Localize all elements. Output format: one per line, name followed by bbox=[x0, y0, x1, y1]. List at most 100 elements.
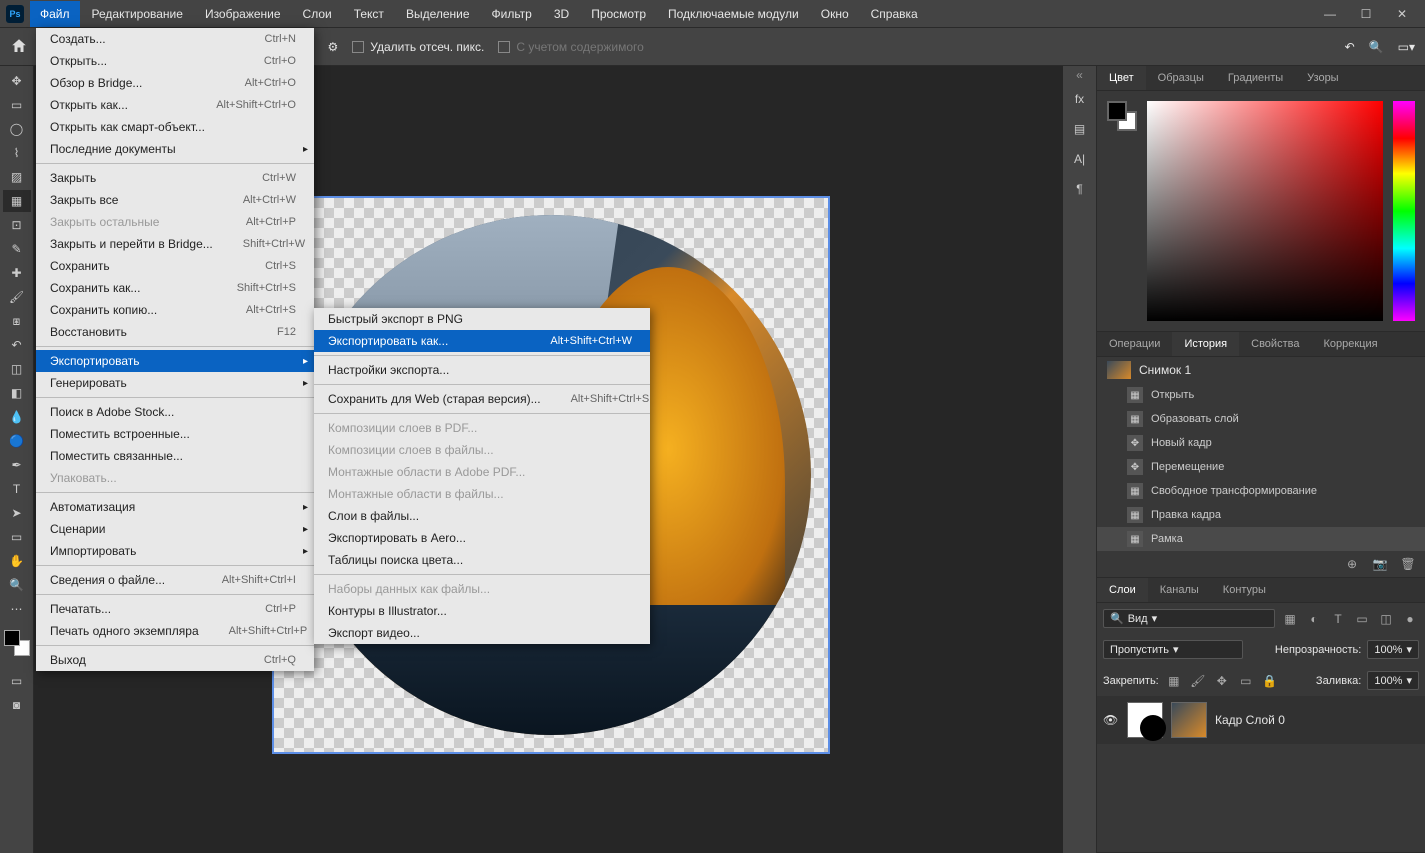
tab-adjustments[interactable]: Коррекция bbox=[1311, 332, 1389, 356]
collapse-handle[interactable]: « bbox=[1063, 66, 1096, 84]
screen-mode-icon[interactable]: ▭ bbox=[3, 670, 31, 692]
menu-item[interactable]: Экспорт видео... bbox=[314, 622, 650, 644]
gradient-tool[interactable]: ◧ bbox=[3, 382, 31, 404]
path-select-tool[interactable]: ➤ bbox=[3, 502, 31, 524]
tab-patterns[interactable]: Узоры bbox=[1295, 66, 1350, 90]
menu-help[interactable]: Справка bbox=[861, 1, 928, 27]
filter-toggle-icon[interactable]: ● bbox=[1401, 610, 1419, 628]
marquee-tool[interactable]: ◯ bbox=[3, 118, 31, 140]
zoom-tool[interactable]: 🔍 bbox=[3, 574, 31, 596]
filter-shape-icon[interactable]: ▭ bbox=[1353, 610, 1371, 628]
move-tool[interactable]: ✥ bbox=[3, 70, 31, 92]
content-aware-checkbox[interactable] bbox=[498, 41, 510, 53]
menu-item[interactable]: Сведения о файле...Alt+Shift+Ctrl+I bbox=[36, 569, 314, 591]
menu-item[interactable]: Таблицы поиска цвета... bbox=[314, 549, 650, 571]
fill-input[interactable]: 100% ▾ bbox=[1367, 671, 1419, 690]
menu-item[interactable]: Сохранить для Web (старая версия)...Alt+… bbox=[314, 388, 650, 410]
history-item[interactable]: ✥Перемещение bbox=[1097, 455, 1425, 479]
color-swatch[interactable] bbox=[4, 630, 30, 656]
layer-filter-select[interactable]: 🔍 Вид ▾ bbox=[1103, 609, 1275, 628]
crop-tool[interactable]: ▦ bbox=[3, 190, 31, 212]
workspace-icon[interactable]: ▭▾ bbox=[1398, 40, 1415, 54]
minimize-button[interactable]: — bbox=[1313, 0, 1347, 28]
stamp-tool[interactable]: ⧆ bbox=[3, 310, 31, 332]
menu-item[interactable]: Контуры в Illustrator... bbox=[314, 600, 650, 622]
menu-item[interactable]: Экспортировать bbox=[36, 350, 314, 372]
close-button[interactable]: ✕ bbox=[1385, 0, 1419, 28]
history-item[interactable]: ▦Образовать слой bbox=[1097, 407, 1425, 431]
menu-item[interactable]: Последние документы bbox=[36, 138, 314, 160]
panel-color-swatch[interactable] bbox=[1107, 101, 1137, 131]
histogram-icon[interactable]: ▤ bbox=[1063, 114, 1096, 144]
menu-layers[interactable]: Слои bbox=[293, 1, 342, 27]
menu-item[interactable]: Генерировать bbox=[36, 372, 314, 394]
camera-icon[interactable]: 📷 bbox=[1371, 555, 1389, 573]
tab-gradients[interactable]: Градиенты bbox=[1216, 66, 1295, 90]
menu-item[interactable]: Экспортировать как...Alt+Shift+Ctrl+W bbox=[314, 330, 650, 352]
brush-tool[interactable]: 🖌 bbox=[3, 286, 31, 308]
layer-thumb[interactable] bbox=[1171, 702, 1207, 738]
menu-item[interactable]: Слои в файлы... bbox=[314, 505, 650, 527]
menu-item[interactable]: Поместить связанные... bbox=[36, 445, 314, 467]
menu-item[interactable]: Экспортировать в Aero... bbox=[314, 527, 650, 549]
menu-item[interactable]: Открыть как...Alt+Shift+Ctrl+O bbox=[36, 94, 314, 116]
history-snapshot[interactable]: Снимок 1 bbox=[1097, 357, 1425, 383]
menu-item[interactable]: Создать...Ctrl+N bbox=[36, 28, 314, 50]
dodge-tool[interactable]: 🔵 bbox=[3, 430, 31, 452]
menu-window[interactable]: Окно bbox=[811, 1, 859, 27]
filter-pixel-icon[interactable]: ▦ bbox=[1281, 610, 1299, 628]
reset-icon[interactable]: ↶ bbox=[1345, 40, 1355, 54]
tab-properties[interactable]: Свойства bbox=[1239, 332, 1311, 356]
lock-trans-icon[interactable]: ▦ bbox=[1165, 672, 1183, 690]
tab-layers[interactable]: Слои bbox=[1097, 578, 1148, 602]
menu-file[interactable]: Файл bbox=[30, 1, 80, 27]
delete-crop-checkbox[interactable] bbox=[352, 41, 364, 53]
menu-edit[interactable]: Редактирование bbox=[82, 1, 193, 27]
search-icon[interactable]: 🔍 bbox=[1369, 40, 1384, 54]
edit-toolbar[interactable]: ⋯ bbox=[3, 598, 31, 620]
menu-filter[interactable]: Фильтр bbox=[482, 1, 542, 27]
tab-history[interactable]: История bbox=[1172, 332, 1239, 356]
history-item[interactable]: ▦Правка кадра bbox=[1097, 503, 1425, 527]
tab-color[interactable]: Цвет bbox=[1097, 66, 1146, 90]
paragraph-icon[interactable]: ¶ bbox=[1063, 174, 1096, 204]
menu-item[interactable]: Печатать...Ctrl+P bbox=[36, 598, 314, 620]
color-field[interactable] bbox=[1147, 101, 1383, 321]
pen-tool[interactable]: ✒ bbox=[3, 454, 31, 476]
type-tool[interactable]: T bbox=[3, 478, 31, 500]
lock-all-icon[interactable]: 🔒 bbox=[1261, 672, 1279, 690]
hand-tool[interactable]: ✋ bbox=[3, 550, 31, 572]
artboard-tool[interactable]: ▭ bbox=[3, 94, 31, 116]
menu-item[interactable]: Печать одного экземпляраAlt+Shift+Ctrl+P bbox=[36, 620, 314, 642]
eraser-tool[interactable]: ◫ bbox=[3, 358, 31, 380]
menu-item[interactable]: ЗакрытьCtrl+W bbox=[36, 167, 314, 189]
lasso-tool[interactable]: ⌇ bbox=[3, 142, 31, 164]
filter-smart-icon[interactable]: ◫ bbox=[1377, 610, 1395, 628]
menu-item[interactable]: Быстрый экспорт в PNG bbox=[314, 308, 650, 330]
history-item[interactable]: ▦Рамка bbox=[1097, 527, 1425, 551]
new-snapshot-icon[interactable]: ⊕ bbox=[1343, 555, 1361, 573]
gear-icon[interactable]: ⚙ bbox=[328, 40, 339, 54]
menu-select[interactable]: Выделение bbox=[396, 1, 480, 27]
blend-mode-select[interactable]: Пропустить ▾ bbox=[1103, 640, 1243, 659]
quick-select-tool[interactable]: ▨ bbox=[3, 166, 31, 188]
menu-plugins[interactable]: Подключаемые модули bbox=[658, 1, 809, 27]
visibility-icon[interactable]: 👁 bbox=[1103, 713, 1119, 727]
heal-tool[interactable]: ✚ bbox=[3, 262, 31, 284]
hue-slider[interactable] bbox=[1393, 101, 1415, 321]
lock-image-icon[interactable]: 🖌 bbox=[1189, 672, 1207, 690]
menu-item[interactable]: Закрыть всеAlt+Ctrl+W bbox=[36, 189, 314, 211]
menu-text[interactable]: Текст bbox=[344, 1, 394, 27]
menu-item[interactable]: Настройки экспорта... bbox=[314, 359, 650, 381]
menu-3d[interactable]: 3D bbox=[544, 1, 579, 27]
tab-swatches[interactable]: Образцы bbox=[1146, 66, 1216, 90]
menu-item[interactable]: Поместить встроенные... bbox=[36, 423, 314, 445]
menu-item[interactable]: Открыть...Ctrl+O bbox=[36, 50, 314, 72]
layer-row[interactable]: 👁 Кадр Слой 0 bbox=[1097, 696, 1425, 744]
menu-item[interactable]: Сохранить как...Shift+Ctrl+S bbox=[36, 277, 314, 299]
menu-item[interactable]: Поиск в Adobe Stock... bbox=[36, 401, 314, 423]
menu-item[interactable]: Импортировать bbox=[36, 540, 314, 562]
frame-tool[interactable]: ⊡ bbox=[3, 214, 31, 236]
tab-channels[interactable]: Каналы bbox=[1148, 578, 1211, 602]
blur-tool[interactable]: 💧 bbox=[3, 406, 31, 428]
